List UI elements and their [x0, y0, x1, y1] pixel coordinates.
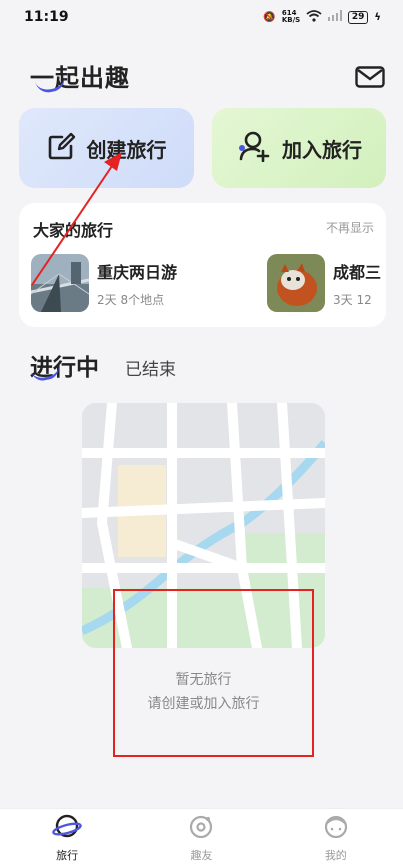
app-title: 一起出趣 — [30, 58, 130, 95]
mute-icon: 🔕 — [263, 11, 276, 23]
charging-icon: ϟ — [374, 11, 381, 23]
create-trip-label: 创建旅行 — [86, 137, 167, 162]
trip-card-chengdu[interactable]: 成都三 3天 12 — [267, 253, 381, 313]
everyone-trips-card: 大家的旅行 不再显示 重庆两日游 2天 8个地点 成都三 3天 12 — [19, 203, 386, 327]
trip-meta: 3天 12 — [333, 292, 372, 307]
join-trip-label: 加入旅行 — [282, 137, 362, 162]
trip-meta: 2天 8个地点 — [97, 292, 165, 307]
nav-trips-label: 旅行 — [56, 848, 79, 862]
nav-trips[interactable]: 旅行 — [0, 809, 134, 867]
status-time: 11:19 — [24, 9, 69, 25]
nav-profile-label: 我的 — [324, 848, 347, 862]
planet-icon — [52, 814, 82, 843]
add-user-icon — [236, 130, 272, 167]
profile-icon — [322, 814, 350, 843]
trip-name: 重庆两日游 — [97, 262, 178, 282]
wifi-icon — [306, 9, 322, 25]
nav-profile[interactable]: 我的 — [269, 809, 403, 867]
everyone-trips-heading: 大家的旅行 — [33, 221, 114, 240]
tab-finished[interactable]: 已结束 — [125, 355, 176, 382]
annotation-highlight-box — [113, 589, 314, 757]
nav-friends-label: 趣友 — [190, 848, 213, 862]
trip-card-chongqing[interactable]: 重庆两日游 2天 8个地点 — [31, 253, 177, 313]
signal-icon — [327, 10, 342, 24]
battery-indicator: 29 — [347, 10, 369, 24]
join-trip-button[interactable]: 加入旅行 — [212, 108, 386, 188]
edit-icon — [47, 131, 77, 166]
hide-button[interactable]: 不再显示 — [326, 219, 374, 236]
mail-icon[interactable] — [355, 66, 385, 88]
trip-name: 成都三 — [333, 262, 382, 282]
create-trip-button[interactable]: 创建旅行 — [19, 108, 194, 188]
trip-thumbnail — [267, 254, 325, 312]
trip-thumbnail — [31, 254, 89, 312]
nav-friends[interactable]: 趣友 — [134, 809, 268, 867]
tab-ongoing[interactable]: 进行中 — [30, 348, 99, 383]
network-speed: 614 KB/S — [281, 9, 301, 24]
status-icons: 🔕 614 KB/S 29 ϟ — [263, 10, 381, 25]
bottom-navigation: 旅行 趣友 我的 — [0, 808, 403, 867]
trip-status-tabs: 进行中 已结束 — [30, 348, 176, 383]
status-bar: 11:19 🔕 614 KB/S 29 ϟ — [0, 0, 403, 34]
friends-icon — [188, 814, 214, 843]
